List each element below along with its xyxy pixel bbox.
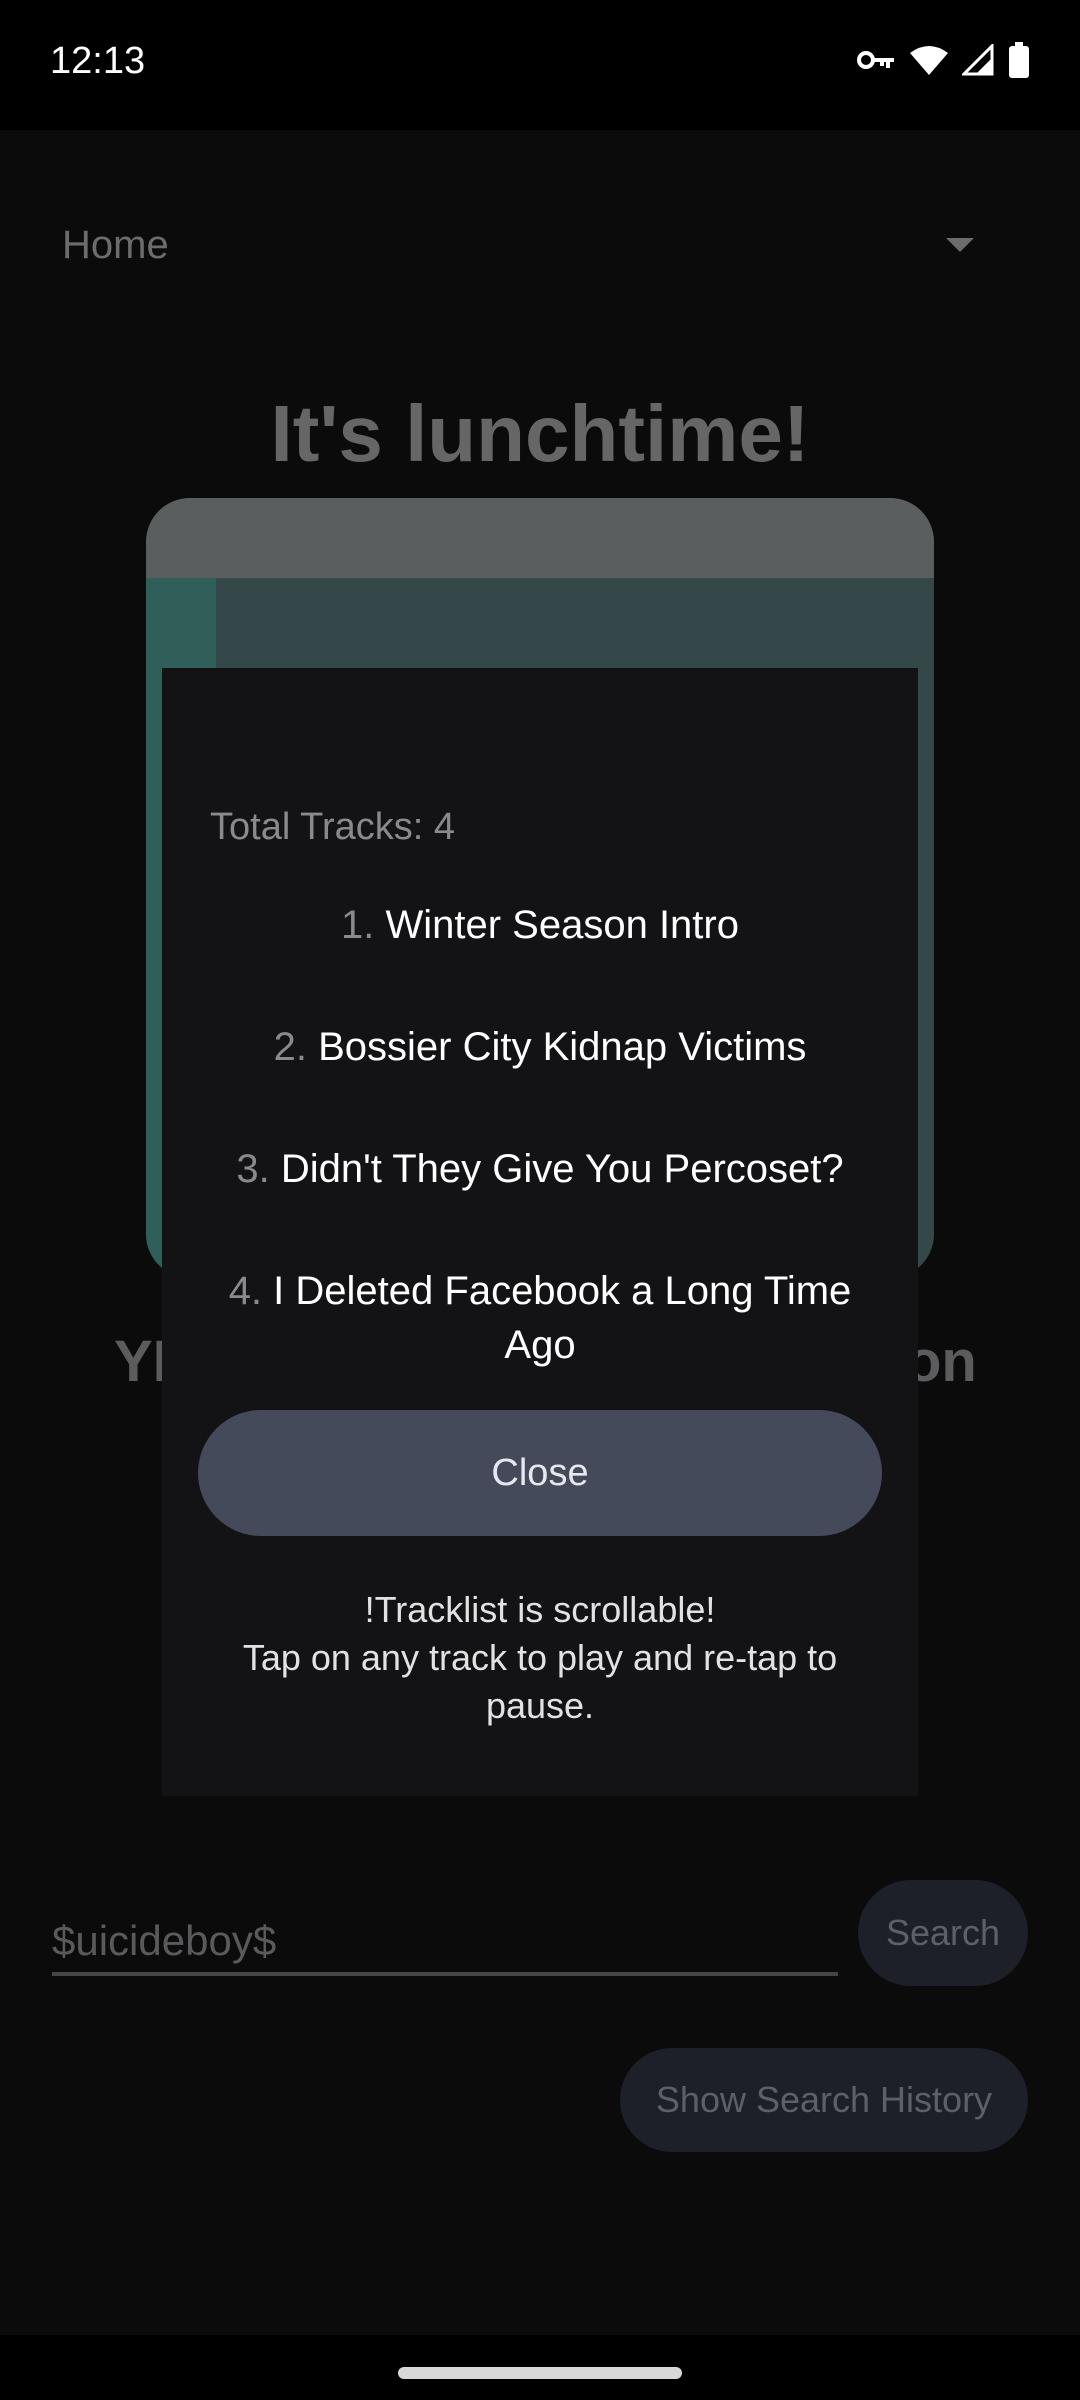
track-item[interactable]: 1. Winter Season Intro bbox=[202, 898, 878, 952]
track-item[interactable]: 2. Bossier City Kidnap Victims bbox=[202, 1020, 878, 1074]
track-number: 3. bbox=[236, 1147, 270, 1191]
track-number: 4. bbox=[228, 1269, 263, 1313]
track-number: 2. bbox=[273, 1025, 307, 1069]
navigation-bar bbox=[0, 2335, 1080, 2400]
track-title: Bossier City Kidnap Victims bbox=[318, 1025, 807, 1069]
signal-icon bbox=[962, 44, 994, 76]
wifi-icon bbox=[910, 46, 948, 75]
total-tracks-label: Total Tracks: 4 bbox=[210, 806, 455, 848]
track-title: I Deleted Facebook a Long Time Ago bbox=[273, 1269, 852, 1367]
album-art-detail bbox=[146, 498, 934, 578]
hint-line: Tap on any track to play and re-tap to p… bbox=[242, 1637, 838, 1726]
track-item[interactable]: 3. Didn't They Give You Percoset? bbox=[202, 1142, 878, 1196]
track-item[interactable]: 4. I Deleted Facebook a Long Time Ago bbox=[202, 1264, 878, 1372]
tracklist-dialog: Total Tracks: 4 1. Winter Season Intro 2… bbox=[162, 668, 918, 1796]
album-title-fragment: YI bbox=[114, 1329, 169, 1394]
hint-line: !Tracklist is scrollable! bbox=[364, 1589, 716, 1630]
track-title: Winter Season Intro bbox=[385, 903, 739, 947]
search-input[interactable] bbox=[52, 1880, 838, 1976]
page-dropdown[interactable]: Home bbox=[62, 210, 1002, 280]
status-bar: 12:13 bbox=[0, 0, 1080, 130]
key-icon bbox=[857, 51, 894, 69]
status-icons bbox=[856, 42, 1030, 78]
dropdown-label: Home bbox=[62, 222, 169, 267]
track-list[interactable]: 1. Winter Season Intro 2. Bossier City K… bbox=[202, 898, 878, 1440]
tracklist-hint: !Tracklist is scrollable! Tap on any tra… bbox=[222, 1586, 858, 1730]
show-search-history-button[interactable]: Show Search History bbox=[620, 2048, 1028, 2152]
caret-down-icon bbox=[946, 238, 974, 252]
greeting-title: It's lunchtime! bbox=[270, 389, 810, 478]
status-time: 12:13 bbox=[50, 40, 146, 82]
track-number: 1. bbox=[341, 903, 375, 947]
home-gesture-handle[interactable] bbox=[398, 2367, 682, 2379]
search-button[interactable]: Search bbox=[858, 1880, 1028, 1986]
close-button[interactable]: Close bbox=[198, 1410, 882, 1536]
battery-icon bbox=[1009, 42, 1029, 78]
track-title: Didn't They Give You Percoset? bbox=[280, 1147, 844, 1191]
